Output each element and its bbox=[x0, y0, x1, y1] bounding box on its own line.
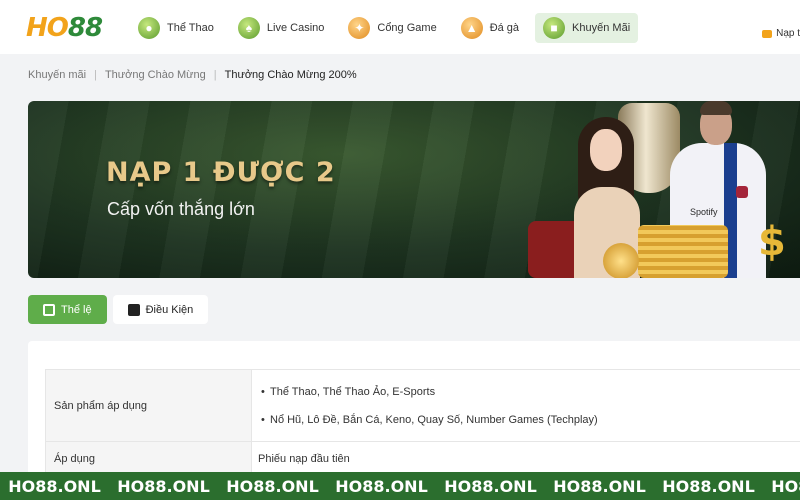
watermark-text: HO88.ONL bbox=[553, 476, 646, 496]
rules-icon bbox=[43, 303, 55, 316]
watermark-text: HO88.ONL bbox=[117, 476, 210, 496]
banner-subtitle: Cấp vốn thắng lớn bbox=[107, 199, 255, 219]
nav-item-cong-game[interactable]: ✦ Cổng Game bbox=[340, 13, 444, 43]
gold-coins-image bbox=[638, 225, 728, 278]
banner-title: NẠP 1 ĐƯỢC 2 bbox=[106, 157, 336, 188]
watermark-text: HO88.ONL bbox=[771, 476, 800, 496]
main-nav: ● Thể Thao ♠ Live Casino ✦ Cổng Game ▲ Đ… bbox=[130, 13, 639, 43]
nav-item-label: Live Casino bbox=[266, 22, 325, 34]
table-row: Sản phẩm áp dụng Thể Thao, Thể Thao Ảo, … bbox=[45, 369, 800, 442]
breadcrumb: Khuyến mãi | Thưởng Chào Mừng | Thưởng C… bbox=[28, 69, 357, 81]
row-label: Sản phẩm áp dụng bbox=[45, 369, 252, 442]
nav-item-label: Khuyến Mãi bbox=[572, 22, 631, 34]
wallet-icon bbox=[762, 29, 773, 38]
watermark-strip: HO88.ONL HO88.ONL HO88.ONL HO88.ONL HO88… bbox=[0, 472, 800, 500]
list-item: Nổ Hũ, Lô Đề, Bắn Cá, Keno, Quay Số, Num… bbox=[258, 413, 800, 427]
rooster-icon: ▲ bbox=[460, 17, 483, 39]
tab-label: Thể lệ bbox=[61, 303, 92, 316]
club-crest-icon bbox=[736, 186, 748, 198]
breadcrumb-item-promotions[interactable]: Khuyến mãi bbox=[28, 69, 86, 81]
deposit-shortcut[interactable]: Nạp t bbox=[762, 28, 800, 39]
promo-tabs: Thể lệ Điều Kiện bbox=[28, 295, 209, 324]
breadcrumb-separator: | bbox=[213, 69, 217, 81]
breadcrumb-separator: | bbox=[94, 69, 97, 81]
nav-item-live-casino[interactable]: ♠ Live Casino bbox=[230, 13, 332, 43]
conditions-icon bbox=[127, 303, 140, 316]
watermark-text: HO88.ONL bbox=[226, 476, 319, 496]
tab-rules[interactable]: Thể lệ bbox=[28, 295, 107, 324]
nav-item-label: Đá gà bbox=[489, 22, 520, 34]
gamepad-icon: ✦ bbox=[348, 17, 371, 39]
gold-coin-icon bbox=[603, 243, 639, 278]
shirt-sponsor-text: Spotify bbox=[690, 207, 718, 217]
list-item: Thể Thao, Thể Thao Ảo, E-Sports bbox=[258, 385, 800, 399]
watermark-text: HO88.ONL bbox=[8, 476, 101, 496]
dealer-icon: ♠ bbox=[237, 17, 260, 39]
watermark-text: HO88.ONL bbox=[335, 476, 428, 496]
logo-text-part2: 88 bbox=[67, 13, 103, 43]
promo-banner: NẠP 1 ĐƯỢC 2 Cấp vốn thắng lớn Spotify $ bbox=[28, 101, 800, 278]
watermark-text: HO88.ONL bbox=[662, 476, 755, 496]
logo-text-part1: HO bbox=[26, 13, 69, 43]
nav-item-label: Thể Thao bbox=[167, 22, 214, 34]
nav-item-khuyen-mai[interactable]: ■ Khuyến Mãi bbox=[535, 13, 639, 43]
rules-table: Sản phẩm áp dụng Thể Thao, Thể Thao Ảo, … bbox=[45, 369, 800, 476]
row-value: Thể Thao, Thể Thao Ảo, E-Sports Nổ Hũ, L… bbox=[251, 369, 800, 442]
watermark-text: HO88.ONL bbox=[444, 476, 537, 496]
nav-item-da-ga[interactable]: ▲ Đá gà bbox=[453, 13, 527, 43]
deposit-label: Nạp t bbox=[776, 28, 800, 39]
breadcrumb-item-current: Thưởng Chào Mừng 200% bbox=[224, 69, 357, 81]
tab-label: Điều Kiện bbox=[145, 303, 194, 316]
top-header: HO88 ● Thể Thao ♠ Live Casino ✦ Cổng Gam… bbox=[0, 0, 800, 54]
row-value: Phiếu nạp đầu tiên bbox=[251, 441, 800, 476]
dollar-sign-icon: $ bbox=[758, 219, 786, 265]
gift-icon: ■ bbox=[543, 17, 566, 39]
soccer-ball-icon: ● bbox=[138, 17, 160, 39]
nav-item-the-thao[interactable]: ● Thể Thao bbox=[130, 13, 222, 43]
nav-item-label: Cổng Game bbox=[377, 22, 437, 34]
site-logo[interactable]: HO88 bbox=[26, 13, 103, 43]
table-row: Áp dụng Phiếu nạp đầu tiên bbox=[45, 441, 800, 476]
row-label: Áp dụng bbox=[45, 441, 252, 476]
tab-conditions[interactable]: Điều Kiện bbox=[112, 295, 209, 324]
breadcrumb-item-welcome-bonus[interactable]: Thưởng Chào Mừng bbox=[105, 69, 206, 81]
